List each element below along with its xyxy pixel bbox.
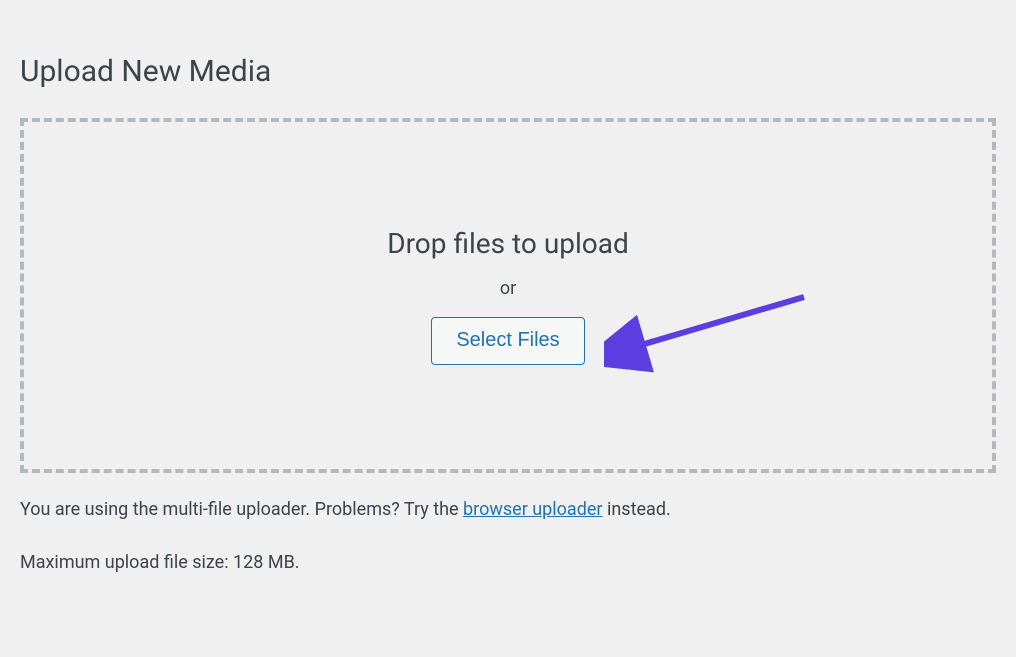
- uploader-hint-pre: You are using the multi-file uploader. P…: [20, 499, 463, 520]
- dropzone-or-label: or: [500, 278, 516, 299]
- file-dropzone[interactable]: Drop files to upload or Select Files: [20, 118, 996, 473]
- uploader-hint-post: instead.: [603, 499, 671, 520]
- annotation-arrow-icon: [604, 287, 834, 377]
- max-upload-size: Maximum upload file size: 128 MB.: [20, 550, 996, 575]
- page-title: Upload New Media: [20, 54, 996, 90]
- dropzone-heading: Drop files to upload: [387, 227, 629, 260]
- select-files-button[interactable]: Select Files: [431, 317, 584, 365]
- browser-uploader-link[interactable]: browser uploader: [463, 499, 602, 520]
- uploader-hint: You are using the multi-file uploader. P…: [20, 497, 996, 522]
